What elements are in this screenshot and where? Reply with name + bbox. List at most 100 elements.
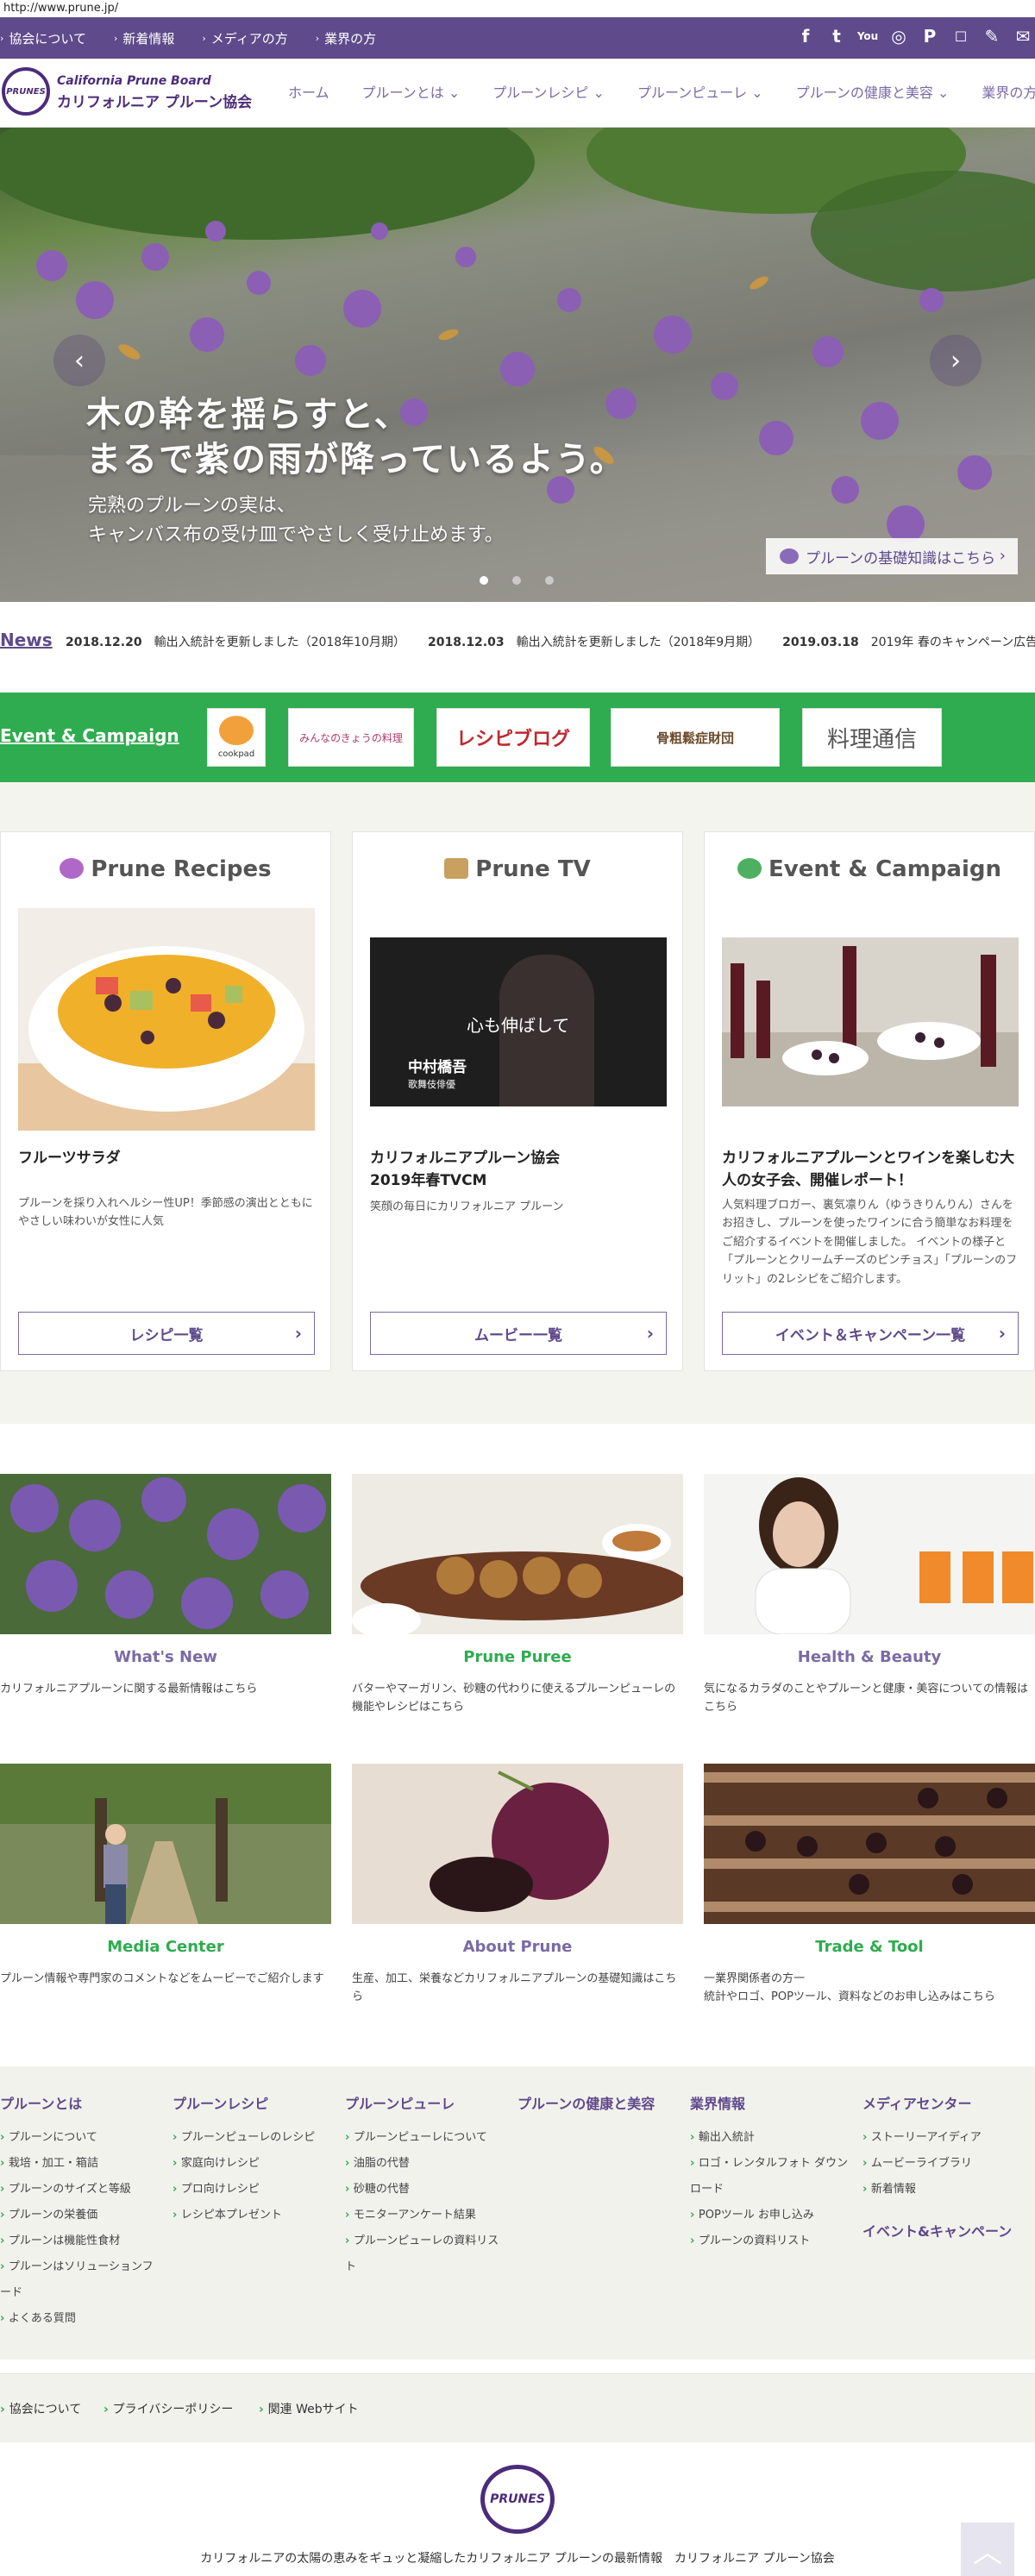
slider-dot-2[interactable] xyxy=(512,576,521,585)
footer-link[interactable]: 栽培・加工・箱詰 xyxy=(0,2151,164,2177)
tvcm-video-thumbnail[interactable]: 心も伸ばして 中村橋吾 歌舞伎俳優 xyxy=(370,937,667,1106)
chevron-right-icon: › xyxy=(294,1323,302,1344)
tile-health-beauty[interactable]: Health & Beauty 気になるカラダのことやプルーンと健康・美容につい… xyxy=(704,1474,1035,1717)
nav-home[interactable]: ホーム xyxy=(288,81,329,102)
hero-next-arrow[interactable]: › xyxy=(930,335,982,386)
footer-link[interactable]: モニターアンケート結果 xyxy=(345,2203,509,2228)
partner-osteoporosis-foundation[interactable]: 骨粗鬆症財団 xyxy=(611,708,780,767)
prune-icon xyxy=(60,858,85,879)
event-campaign-label[interactable]: Event & Campaign xyxy=(0,725,179,746)
instagram-icon[interactable]: ◎ xyxy=(887,24,911,48)
footer-link[interactable]: レシピ本プレゼント xyxy=(172,2203,336,2228)
footer-link[interactable]: プルーンピューレのレシピ xyxy=(172,2125,336,2151)
footer-link-about[interactable]: 協会について xyxy=(0,2400,82,2417)
card-heading[interactable]: フルーツサラダ xyxy=(18,1148,315,1170)
topbar-link-media[interactable]: › メディアの方 xyxy=(202,29,287,47)
youtube-icon[interactable]: You xyxy=(856,24,880,48)
chevron-right-icon: › xyxy=(315,32,320,44)
footer-link[interactable]: ムービーライブラリ xyxy=(862,2151,1026,2177)
footer-column: プルーンレシピ プルーンピューレのレシピ 家庭向けレシピ プロ向けレシピ レシピ… xyxy=(172,2092,336,2228)
url-bar[interactable]: http://www.prune.jp/ xyxy=(0,0,1035,17)
footer-link[interactable]: ロゴ・レンタルフォト ダウンロード xyxy=(690,2151,854,2203)
event-campaign-bar: Event & Campaign cookpad みんなのきょうの料理 レシピブ… xyxy=(0,693,1035,782)
footer-heading[interactable]: メディアセンター xyxy=(862,2092,1026,2113)
tile-trade-tool[interactable]: Trade & Tool 一業界関係者の方一 統計やロゴ、POPツール、資料など… xyxy=(704,1764,1035,2007)
nav-industry[interactable]: 業界の方 ⌄ xyxy=(982,81,1035,102)
footer-link-related-sites[interactable]: 関連 Webサイト xyxy=(259,2400,359,2417)
footer-link-privacy[interactable]: プライバシーポリシー xyxy=(104,2400,234,2417)
event-list-button[interactable]: イベント＆キャンペーン一覧 › xyxy=(722,1312,1019,1355)
topbar-link-news[interactable]: › 新着情報 xyxy=(114,29,174,47)
prunes-logo[interactable]: PRUNES xyxy=(2,67,50,116)
footer-link[interactable]: よくある質問 xyxy=(0,2306,164,2332)
news-item[interactable]: 2019.03.182019年 春のキャンペーン広告配信 xyxy=(782,633,1035,650)
footer-heading[interactable]: 業界情報 xyxy=(690,2092,854,2113)
pinterest-icon[interactable]: P xyxy=(918,24,942,48)
footer-link[interactable]: プルーンのサイズと等級 xyxy=(0,2177,164,2203)
hero-prev-arrow[interactable]: ‹ xyxy=(53,335,105,386)
footer-link[interactable]: プルーンについて xyxy=(0,2125,164,2151)
footer-link[interactable]: プルーンの資料リスト xyxy=(690,2228,854,2254)
footer-link[interactable]: プルーンの栄養価 xyxy=(0,2203,164,2228)
footer-heading[interactable]: プルーンとは xyxy=(0,2092,164,2113)
card-heading[interactable]: カリフォルニアプルーンとワインを楽しむ大人の女子会、開催レポート！ xyxy=(722,1148,1019,1192)
tile-whats-new[interactable]: What's New カリフォルニアプルーンに関する最新情報はこちら xyxy=(0,1474,331,1698)
blog-pen-icon[interactable]: ✎ xyxy=(980,24,1004,48)
tile-title: Prune Puree xyxy=(463,1648,572,1666)
chevron-right-icon: › xyxy=(999,547,1006,565)
footer-link[interactable]: 新着情報 xyxy=(862,2177,1026,2203)
slider-dot-3[interactable] xyxy=(545,576,554,585)
news-item[interactable]: 2018.12.03 輸出入統計を更新しました（2018年9月期） xyxy=(428,633,760,650)
nav-puree[interactable]: プルーンピューレ ⌄ xyxy=(637,81,763,102)
slider-dots xyxy=(480,576,554,585)
footer-link[interactable]: プルーンピューレについて xyxy=(345,2125,509,2151)
partner-recipe-blog[interactable]: レシピブログ xyxy=(436,708,590,767)
plum-and-prune-image xyxy=(352,1764,683,1924)
tile-media-center[interactable]: Media Center プルーン情報や専門家のコメントなどをムービーでご紹介し… xyxy=(0,1764,331,1988)
footer-link[interactable]: 油脂の代替 xyxy=(345,2151,509,2177)
partner-minna-no-kyou-no-ryouri[interactable]: みんなのきょうの料理 xyxy=(288,708,414,767)
footer-link[interactable]: プルーンはソリューションフード xyxy=(0,2254,164,2306)
news-label[interactable]: News xyxy=(0,630,53,650)
recipe-list-button[interactable]: レシピ一覧 › xyxy=(18,1312,315,1355)
prune-basics-button[interactable]: プルーンの基礎知識はこちら › xyxy=(766,538,1018,574)
footer-heading[interactable]: プルーンピューレ xyxy=(345,2092,509,2113)
hero-subtitle-line2: キャンバス布の受け皿でやさしく受け止めます。 xyxy=(88,524,504,546)
footer-heading[interactable]: プルーンの健康と美容 xyxy=(518,2092,681,2113)
hero-title-line1: 木の幹を揺らすと、 xyxy=(86,395,411,435)
footer-link[interactable]: プロ向けレシピ xyxy=(172,2177,336,2203)
nav-about-prune[interactable]: プルーンとは ⌄ xyxy=(362,81,461,102)
footer-link[interactable]: 砂糖の代替 xyxy=(345,2177,509,2203)
partner-ryouri-tsushin[interactable]: 料理通信 xyxy=(802,708,942,767)
footer-link[interactable]: 家庭向けレシピ xyxy=(172,2151,336,2177)
topbar-link-about[interactable]: › 協会について xyxy=(0,29,86,47)
slider-dot-1[interactable] xyxy=(480,576,488,585)
partner-cookpad[interactable]: cookpad xyxy=(207,708,266,767)
mail-icon[interactable]: ✉ xyxy=(1011,24,1035,48)
back-to-top-button[interactable]: ︿ xyxy=(961,2523,1014,2576)
footer-link[interactable]: POPツール お申し込み xyxy=(690,2203,854,2228)
nav-health-beauty[interactable]: プルーンの健康と美容 ⌄ xyxy=(796,81,950,102)
twitter-icon[interactable]: t xyxy=(825,24,849,48)
movie-list-button[interactable]: ムービー一覧 › xyxy=(370,1312,667,1355)
footer-prunes-logo[interactable]: PRUNES xyxy=(480,2465,555,2534)
tile-title: Trade & Tool xyxy=(815,1938,924,1956)
news-item[interactable]: 2018.12.20 輸出入統計を更新しました（2018年10月期） xyxy=(66,633,405,650)
footer-heading[interactable]: プルーンレシピ xyxy=(172,2092,336,2113)
line-icon[interactable]: ☐ xyxy=(949,24,973,48)
tile-about-prune[interactable]: About Prune 生産、加工、栄養などカリフォルニアプルーンの基礎知識はこ… xyxy=(352,1764,683,2007)
card-heading[interactable]: カリフォルニアプルーン協会 2019年春TVCM xyxy=(370,1148,667,1192)
facebook-icon[interactable]: f xyxy=(794,24,818,48)
footer-heading-events[interactable]: イベント&キャンペーン xyxy=(862,2220,1026,2241)
footer-link[interactable]: 輸出入統計 xyxy=(690,2125,854,2151)
footer-link[interactable]: プルーンピューレの資料リスト xyxy=(345,2228,509,2280)
card-text: プルーンを採り入れヘルシー性UP！季節感の演出とともにやさしい味わいが女性に人気 xyxy=(18,1197,313,1229)
nav-recipes[interactable]: プルーンレシピ ⌄ xyxy=(492,81,605,102)
card-text: 笑顔の毎日にカリフォルニア プルーン xyxy=(370,1200,564,1213)
topbar-link-industry[interactable]: › 業界の方 xyxy=(316,29,376,47)
prune-basics-label: プルーンの基礎知識はこちら xyxy=(806,549,996,567)
footer-bottom: PRUNES カリフォルニアの太陽の恵みをギュッと凝縮したカリフォルニア プルー… xyxy=(0,2442,1035,2576)
footer-link[interactable]: ストーリーアイディア xyxy=(862,2125,1026,2151)
tile-prune-puree[interactable]: Prune Puree バターやマーガリン、砂糖の代わりに使えるプルーンピューレ… xyxy=(352,1474,688,1717)
footer-link[interactable]: プルーンは機能性食材 xyxy=(0,2228,164,2254)
